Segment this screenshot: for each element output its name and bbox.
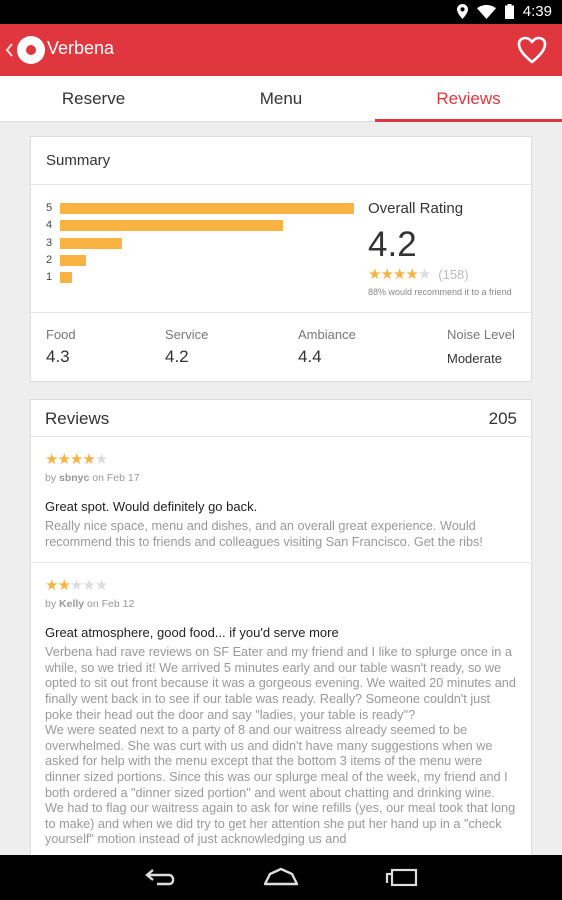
reviews-heading: Reviews 205: [31, 400, 531, 437]
review-body: Verbena had rave reviews on SF Eater and…: [45, 645, 516, 847]
subrating-service: Service 4.2: [165, 327, 208, 367]
tab-reserve[interactable]: Reserve: [0, 76, 187, 122]
review-title: Great atmosphere, good food... if you'd …: [45, 625, 339, 641]
star-icon: ★: [405, 266, 418, 283]
star-icon: ★: [368, 266, 381, 283]
subrating-value: Moderate: [447, 351, 502, 366]
subrating-label: Ambiance: [298, 327, 356, 342]
star-rating-icon: ★★★★★: [45, 577, 108, 595]
star-icon: ★: [57, 577, 70, 595]
rating-bar: [60, 254, 86, 266]
star-icon: ★: [380, 266, 393, 283]
rating-distribution: 5 4 3 2 1: [46, 200, 356, 286]
star-icon: ★: [392, 266, 406, 283]
overall-rating-label: Overall Rating: [368, 200, 464, 217]
review-date: on Feb 17: [92, 472, 140, 484]
app-bar: Verbena: [0, 24, 562, 76]
rating-row: 5: [46, 200, 356, 217]
rating-row-label: 3: [46, 236, 53, 249]
subrating-noise-level: Noise Level Moderate: [447, 327, 515, 366]
subrating-value: 4.4: [298, 347, 322, 366]
rating-row-label: 2: [46, 253, 53, 266]
rating-row: 2: [46, 252, 356, 269]
star-icon: ★: [94, 451, 108, 468]
reviews-card: Reviews 205 ★★★★★ by sbnyc on Feb 17 Gre…: [30, 399, 532, 869]
rating-row: 3: [46, 235, 356, 252]
review-body: Really nice space, menu and dishes, and …: [45, 519, 483, 549]
location-icon: [456, 4, 468, 19]
tab-menu[interactable]: Menu: [187, 76, 375, 122]
subrating-value: 4.3: [46, 347, 70, 366]
star-rating-icon: ★★★★★: [45, 451, 108, 468]
subrating-label: Service: [165, 327, 209, 342]
subrating-value: 4.2: [165, 347, 189, 366]
review-author[interactable]: sbnyc: [59, 472, 89, 484]
star-icon: ★: [69, 577, 83, 595]
review-by-prefix: by: [45, 598, 57, 611]
overall-rating-value: 4.2: [368, 225, 417, 264]
summary-heading: Summary: [31, 137, 531, 185]
rating-row: 1: [46, 269, 356, 286]
star-icon: ★: [45, 577, 58, 595]
star-icon: ★: [82, 577, 95, 595]
rating-bar: [60, 237, 122, 249]
subrating-food: Food 4.3: [46, 327, 76, 367]
star-icon: ★: [69, 451, 83, 468]
subrating-label: Food: [46, 327, 76, 342]
star-icon: ★: [45, 451, 58, 468]
rating-row: 4: [46, 217, 356, 234]
review-item[interactable]: ★★★★★ by Kelly on Feb 12 Great atmospher…: [31, 563, 531, 861]
recents-icon[interactable]: [383, 866, 419, 888]
rating-bar: [60, 220, 283, 232]
rating-row-label: 5: [46, 202, 53, 214]
back-chevron-icon[interactable]: [3, 39, 15, 61]
sub-ratings: Food 4.3 Service 4.2 Ambiance 4.4 Noise …: [31, 312, 531, 382]
star-rating-icon: ★★★★★: [368, 266, 431, 283]
heart-icon[interactable]: [517, 36, 547, 64]
rating-bar: [60, 203, 354, 214]
tab-reviews[interactable]: Reviews: [375, 76, 562, 122]
overall-star-line: ★★★★★ (158): [368, 267, 528, 282]
overall-rating: Overall Rating 4.2 ★★★★★ (158) 88% would…: [368, 200, 528, 297]
recommend-text: 88% would recommend it to a friend: [368, 287, 512, 297]
star-icon: ★: [94, 577, 108, 595]
reviews-title: Reviews: [45, 409, 110, 428]
back-icon[interactable]: [143, 866, 179, 888]
review-byline: by Kelly on Feb 12: [45, 598, 517, 610]
restaurant-title: Verbena: [47, 38, 115, 58]
tab-bar: Reserve Menu Reviews: [0, 76, 562, 122]
review-title: Great spot. Would definitely go back.: [45, 499, 258, 514]
review-item[interactable]: ★★★★★ by sbnyc on Feb 17 Great spot. Wou…: [31, 437, 531, 564]
wifi-icon: [476, 4, 496, 19]
review-byline: by sbnyc on Feb 17: [45, 472, 517, 484]
reviews-count: 205: [488, 409, 517, 428]
review-by-prefix: by: [45, 472, 57, 484]
rating-bar: [60, 272, 72, 283]
battery-icon: [504, 4, 514, 19]
review-author[interactable]: Kelly: [59, 598, 84, 610]
summary-card: Summary 5 4 3 2 1 Overall Rating 4.2 ★★★…: [30, 136, 532, 382]
subrating-label: Noise Level: [447, 327, 515, 342]
star-icon: ★: [417, 266, 431, 283]
clock: 4:39: [522, 3, 552, 20]
home-icon[interactable]: [262, 866, 300, 888]
status-bar: 4:39: [0, 0, 562, 24]
app-logo-icon[interactable]: [17, 36, 45, 64]
system-nav-bar: [0, 855, 562, 900]
star-icon: ★: [57, 451, 70, 468]
subrating-ambiance: Ambiance 4.4: [298, 327, 356, 367]
rating-row-label: 1: [46, 271, 53, 283]
rating-count: (158): [438, 267, 469, 282]
review-date: on Feb 12: [87, 598, 135, 611]
rating-row-label: 4: [46, 219, 53, 232]
status-icons: 4:39: [456, 3, 552, 20]
star-icon: ★: [82, 451, 95, 468]
